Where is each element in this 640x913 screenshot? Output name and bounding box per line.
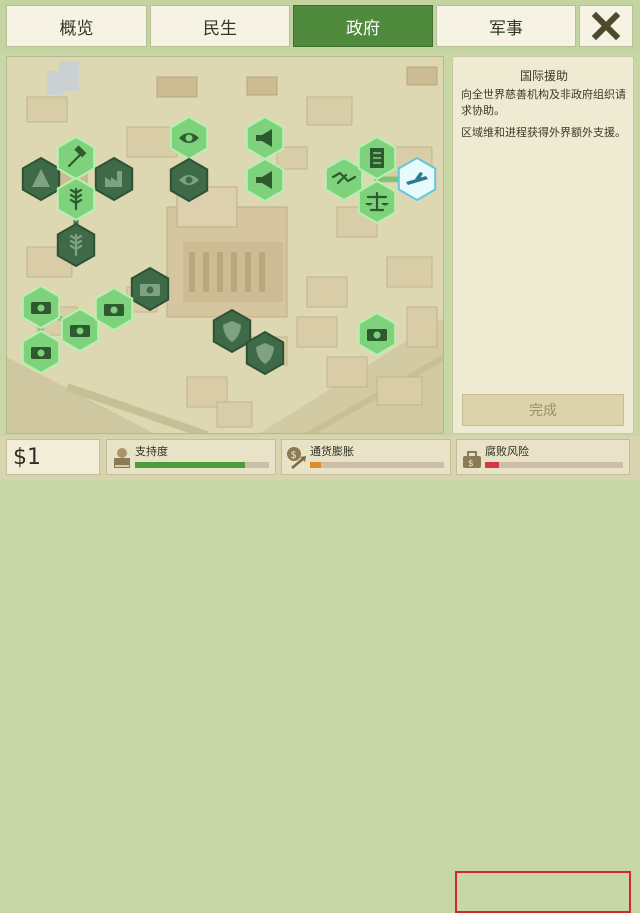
- support-bar-fill: [135, 462, 245, 468]
- city-background: [7, 57, 443, 433]
- policy-map-panel: [6, 56, 444, 434]
- megaphone-policy-node[interactable]: [245, 115, 285, 161]
- aid-plane-policy-node[interactable]: [397, 156, 437, 202]
- surveillance-policy-node[interactable]: [169, 157, 209, 203]
- support-label: 支持度: [135, 445, 168, 458]
- money-briefcase-policy-node[interactable]: [357, 311, 397, 357]
- corruption-bar-fill: [485, 462, 499, 468]
- status-bar: $1 支持度 $ 通货膨胀 $ 腐败风险: [0, 436, 640, 913]
- megaphone-star-policy-node[interactable]: [245, 157, 285, 203]
- corruption-bar-track: [485, 462, 623, 468]
- money-briefcase-policy-icon: [367, 329, 387, 341]
- tab-overview[interactable]: 概览: [6, 5, 147, 47]
- tax-policy-icon: [70, 325, 90, 337]
- support-bar-track: [135, 462, 269, 468]
- policy-effect: 区域维和进程获得外界额外支援。: [461, 126, 626, 139]
- factory-policy-node[interactable]: [94, 156, 134, 202]
- money-cut-policy-node[interactable]: [21, 284, 61, 330]
- corruption-icon: $: [463, 451, 481, 469]
- policy-description: 向全世界慈善机构及非政府组织请求协助。: [461, 88, 626, 117]
- close-button[interactable]: [579, 5, 633, 47]
- corruption-label: 腐败风险: [485, 445, 529, 458]
- inflation-icon: $: [287, 447, 306, 469]
- policy-info-panel: 国际援助 向全世界慈善机构及非政府组织请求协助。 区域维和进程获得外界额外支援。…: [452, 56, 634, 434]
- close-x-icon: [591, 11, 621, 41]
- money-stack-policy-icon: [104, 304, 124, 316]
- bank-policy-icon: [140, 284, 160, 296]
- defense-policy-node[interactable]: [245, 330, 285, 376]
- svg-text:$: $: [291, 450, 297, 461]
- inflation-meter[interactable]: $ 通货膨胀: [281, 439, 451, 475]
- tab-government[interactable]: 政府: [293, 5, 433, 47]
- hammer-policy-node[interactable]: [56, 135, 96, 181]
- wheat-policy-node[interactable]: [56, 222, 96, 268]
- money-pile-policy-node[interactable]: [21, 329, 61, 375]
- money-display: $1: [6, 439, 100, 475]
- corruption-highlight-frame: [455, 871, 631, 913]
- hierarchy-policy-node[interactable]: [21, 156, 61, 202]
- top-tab-bar: 概览 民生 政府 军事: [0, 0, 640, 52]
- money-stack-policy-node[interactable]: [94, 286, 134, 332]
- wheat-leaf-policy-node[interactable]: [56, 176, 96, 222]
- shield-policy-node[interactable]: [212, 308, 252, 354]
- tab-military[interactable]: 军事: [436, 5, 576, 47]
- tax-policy-node[interactable]: [60, 307, 100, 353]
- done-button[interactable]: 完成: [462, 394, 624, 426]
- money-cut-policy-icon: [31, 302, 51, 314]
- support-meter[interactable]: 支持度: [106, 439, 276, 475]
- corruption-meter[interactable]: $ 腐败风险: [456, 439, 630, 475]
- svg-text:$: $: [468, 459, 474, 469]
- inflation-bar-fill: [310, 462, 321, 468]
- inflation-label: 通货膨胀: [310, 445, 354, 458]
- handshake-policy-node[interactable]: [324, 156, 364, 202]
- policy-title: 国际援助: [519, 69, 568, 83]
- eye-policy-node[interactable]: [169, 115, 209, 161]
- bank-policy-node[interactable]: [130, 266, 170, 312]
- money-pile-policy-icon: [31, 347, 51, 359]
- document-policy-icon: [370, 148, 384, 168]
- tab-livelihood[interactable]: 民生: [150, 5, 290, 47]
- support-icon: [114, 448, 130, 468]
- document-policy-node[interactable]: [357, 135, 397, 181]
- inflation-bar-track: [310, 462, 444, 468]
- scales-policy-node[interactable]: [357, 179, 397, 225]
